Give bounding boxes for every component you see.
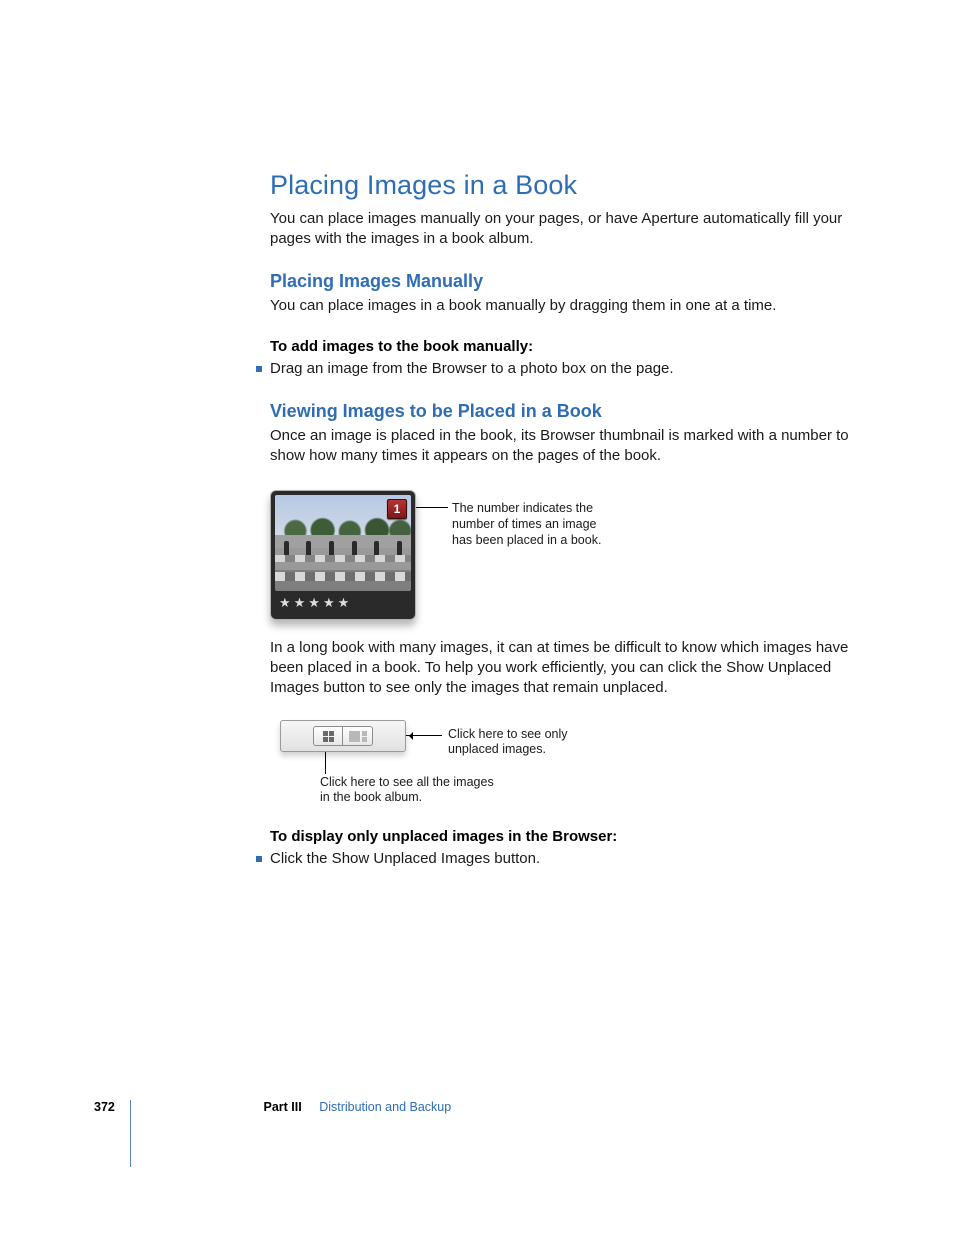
image-filter-toolbar xyxy=(280,720,406,752)
section2-body1: Once an image is placed in the book, its… xyxy=(270,426,884,466)
show-all-images-button[interactable] xyxy=(313,726,343,746)
section2-body2: In a long book with many images, it can … xyxy=(270,638,884,698)
task-heading-unplaced: To display only unplaced images in the B… xyxy=(270,828,954,845)
leader-line-down xyxy=(325,752,326,774)
callout-unplaced-button: Click here to see only unplaced images. xyxy=(448,727,598,757)
section-heading-viewing: Viewing Images to be Placed in a Book xyxy=(270,401,954,422)
figure-thumbnail: 1 ★★★★★ The number indicates the number … xyxy=(270,490,954,620)
callout-badge-explain: The number indicates the number of times… xyxy=(452,490,602,548)
bullet-drag-image: Drag an image from the Browser to a phot… xyxy=(270,359,884,379)
show-unplaced-images-button[interactable] xyxy=(343,726,373,746)
document-page: Placing Images in a Book You can place i… xyxy=(0,0,954,1235)
rating-stars: ★★★★★ xyxy=(275,591,411,615)
intro-paragraph: You can place images manually on your pa… xyxy=(270,209,884,249)
figure-toolbar: Click here to see only unplaced images. … xyxy=(280,720,700,806)
browser-thumbnail: 1 ★★★★★ xyxy=(270,490,416,620)
bullet-click-unplaced: Click the Show Unplaced Images button. xyxy=(270,849,884,869)
section1-body: You can place images in a book manually … xyxy=(270,296,884,316)
placement-count-badge: 1 xyxy=(387,499,407,519)
section-label: Distribution and Backup xyxy=(319,1100,451,1114)
task-heading-add: To add images to the book manually: xyxy=(270,338,954,355)
callout-all-images-button: Click here to see all the images in the … xyxy=(320,775,500,805)
leader-line-right xyxy=(406,735,442,736)
page-title: Placing Images in a Book xyxy=(270,170,954,201)
page-number: 372 xyxy=(94,1100,260,1114)
part-label: Part III xyxy=(263,1100,301,1114)
section-heading-manual: Placing Images Manually xyxy=(270,271,954,292)
thumbnail-image: 1 xyxy=(275,495,411,591)
page-footer: 372 Part III Distribution and Backup xyxy=(94,1100,954,1114)
